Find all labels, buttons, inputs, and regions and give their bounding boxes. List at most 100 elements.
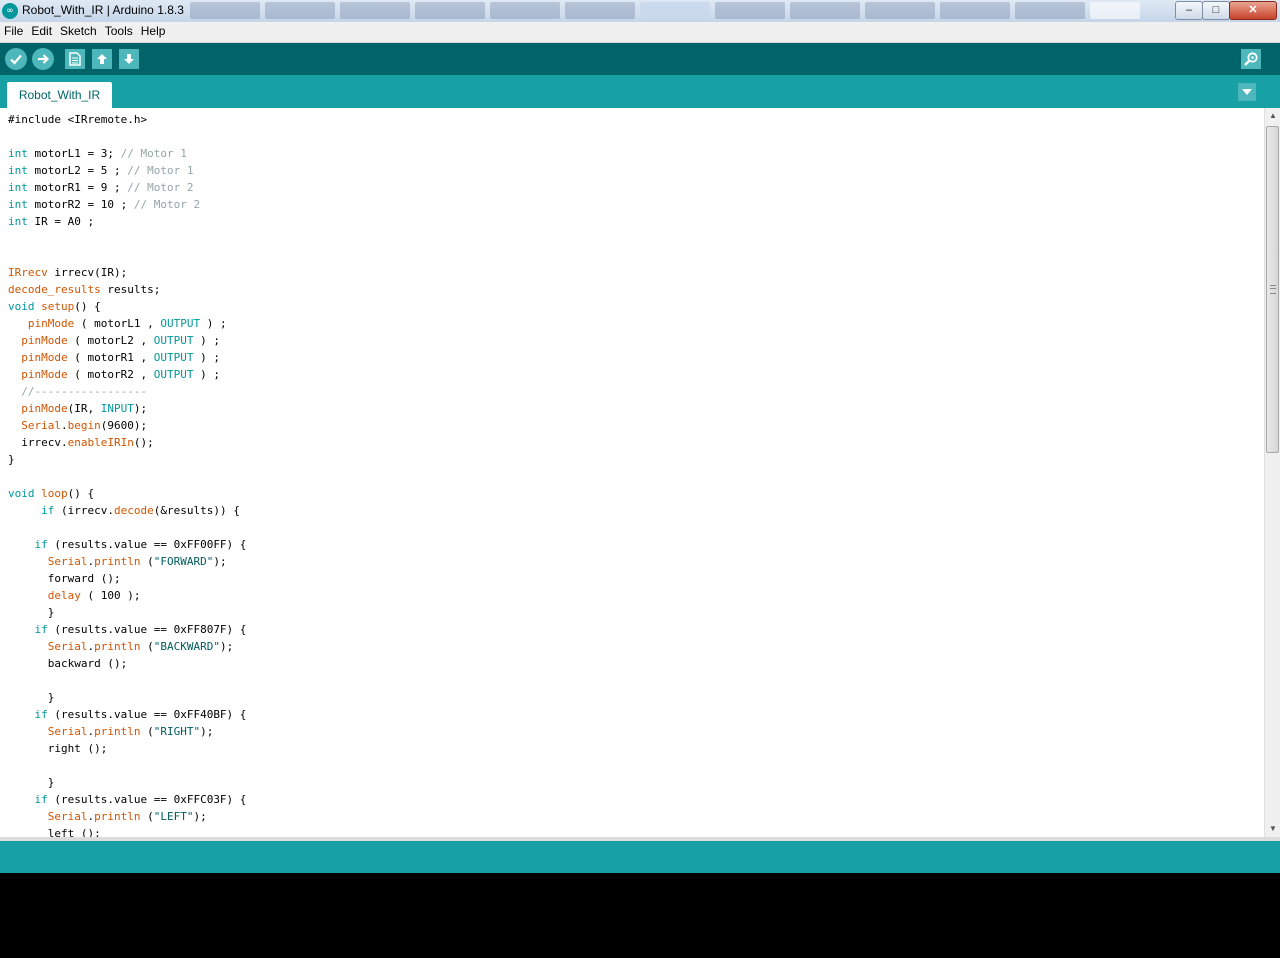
taskbar-thumbnail xyxy=(940,2,1010,19)
open-button[interactable] xyxy=(92,49,112,69)
code-token: int xyxy=(8,164,28,177)
scroll-thumb[interactable] xyxy=(1266,126,1279,453)
code-token: // Motor 2 xyxy=(127,181,194,194)
code-token: int xyxy=(8,147,28,160)
tab-menu-button[interactable] xyxy=(1238,83,1256,101)
editor-scrollbar[interactable]: ▲ ▼ xyxy=(1264,108,1280,837)
upload-button[interactable] xyxy=(32,48,54,70)
code-token: forward (); xyxy=(8,572,121,585)
code-line: } xyxy=(8,451,246,468)
code-line: int motorL2 = 5 ; // Motor 1 xyxy=(8,162,246,179)
code-editor[interactable]: #include <IRremote.h> int motorL1 = 3; /… xyxy=(0,108,1264,837)
code-token: ); xyxy=(193,810,207,823)
code-line: int motorL1 = 3; // Motor 1 xyxy=(8,145,246,162)
code-line: right (); xyxy=(8,740,246,757)
code-token: setup xyxy=(41,300,75,313)
code-token: if xyxy=(34,708,48,721)
new-icon xyxy=(69,52,81,66)
code-token: Serial xyxy=(47,725,88,738)
code-line: int IR = A0 ; xyxy=(8,213,246,230)
code-token: left (); xyxy=(8,827,101,837)
code-line: backward (); xyxy=(8,655,246,672)
code-line: Serial.println ("LEFT"); xyxy=(8,808,246,825)
taskbar-thumbnail xyxy=(640,2,710,19)
scroll-down-button[interactable]: ▼ xyxy=(1265,821,1280,837)
code-token: IRrecv xyxy=(8,266,48,279)
menu-bar: File Edit Sketch Tools Help xyxy=(0,22,1280,43)
code-token: ( xyxy=(140,725,154,738)
code-token: //----------------- xyxy=(21,385,148,398)
grip-icon xyxy=(1270,285,1276,294)
code-token: pinMode xyxy=(21,402,68,415)
taskbar-thumbnail xyxy=(1015,2,1085,19)
code-token: enableIRIn xyxy=(67,436,134,449)
code-token: loop xyxy=(41,487,68,500)
code-line: pinMode ( motorL1 , OUTPUT ) ; xyxy=(8,315,246,332)
code-line: if (results.value == 0xFFC03F) { xyxy=(8,791,247,808)
minimize-button[interactable]: ‒ xyxy=(1175,1,1203,20)
code-token: ( xyxy=(140,640,154,653)
code-line: if (results.value == 0xFF807F) { xyxy=(8,621,247,638)
code-line: } xyxy=(8,774,246,791)
code-text: #include <IRremote.h> int motorL1 = 3; /… xyxy=(8,111,246,837)
code-line: delay ( 100 ); xyxy=(8,587,246,604)
code-token: ) ; xyxy=(193,351,220,364)
code-token: irrecv(IR); xyxy=(47,266,128,279)
code-token: int xyxy=(8,215,28,228)
code-token: IR = A0 ; xyxy=(27,215,95,228)
taskbar-thumbnail xyxy=(265,2,335,19)
menu-edit[interactable]: Edit xyxy=(27,22,56,41)
menu-sketch[interactable]: Sketch xyxy=(56,22,101,41)
menu-tools[interactable]: Tools xyxy=(101,22,137,41)
code-token: "LEFT" xyxy=(153,810,194,823)
scroll-up-button[interactable]: ▲ xyxy=(1265,108,1280,124)
code-token: motorR2 = 10 ; xyxy=(27,198,134,211)
open-icon xyxy=(97,54,107,64)
window-title-bar[interactable]: ∞ Robot_With_IR | Arduino 1.8.3 ‒ □ ✕ xyxy=(0,0,1280,23)
code-token: ( motorL2 , xyxy=(67,334,154,347)
code-token: decode_results xyxy=(8,283,101,296)
code-token: } xyxy=(8,691,55,704)
code-token: ( motorR1 , xyxy=(67,351,154,364)
code-token: . xyxy=(61,419,68,432)
close-button[interactable]: ✕ xyxy=(1229,1,1277,20)
code-token: if xyxy=(41,504,55,517)
tab-robot-with-ir[interactable]: Robot_With_IR xyxy=(7,82,112,108)
menu-file[interactable]: File xyxy=(0,22,27,41)
code-token: ); xyxy=(219,640,234,653)
code-token: pinMode xyxy=(27,317,75,330)
save-button[interactable] xyxy=(119,49,139,69)
new-sketch-button[interactable] xyxy=(65,49,85,69)
code-token: ) ; xyxy=(193,368,220,381)
maximize-button[interactable]: □ xyxy=(1202,1,1230,20)
code-token: motorL1 = 3; xyxy=(27,147,121,160)
code-token: (IR, xyxy=(67,402,101,415)
code-token: Serial xyxy=(47,640,88,653)
code-token: ( xyxy=(140,555,154,568)
code-token: } xyxy=(8,453,15,466)
code-token: Serial xyxy=(21,419,61,432)
serial-monitor-button[interactable] xyxy=(1241,49,1261,69)
code-token: #include <IRremote.h> xyxy=(8,113,148,126)
verify-button[interactable] xyxy=(5,48,27,70)
menu-help[interactable]: Help xyxy=(137,22,170,41)
code-token: } xyxy=(8,606,55,619)
code-token: ( motorR2 , xyxy=(67,368,154,381)
code-line: if (irrecv.decode(&results)) { xyxy=(8,502,246,519)
save-icon xyxy=(124,54,134,64)
code-token: (); xyxy=(133,436,154,449)
code-line: void setup() { xyxy=(8,298,246,315)
code-token: OUTPUT xyxy=(153,351,194,364)
code-token: Serial xyxy=(47,810,88,823)
